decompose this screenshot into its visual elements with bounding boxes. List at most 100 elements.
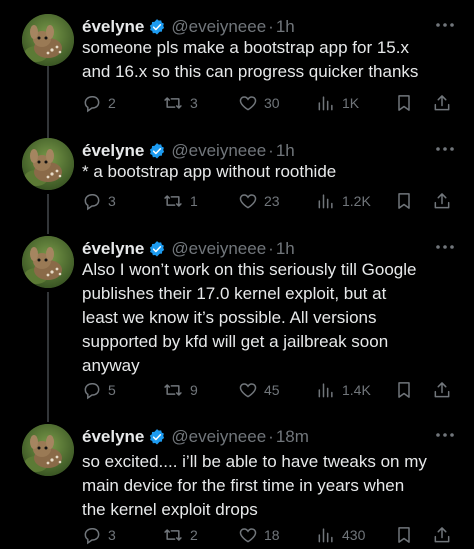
like-count: 30: [264, 95, 280, 111]
more-dots-icon[interactable]: [434, 142, 456, 156]
avatar[interactable]: [22, 14, 74, 66]
handle[interactable]: @eveiyneee: [171, 17, 266, 37]
like-button[interactable]: 18: [238, 524, 280, 546]
avatar[interactable]: [22, 138, 74, 190]
retweet-button[interactable]: 1: [162, 190, 198, 212]
reply-button[interactable]: 5: [82, 379, 116, 401]
bookmark-button[interactable]: [394, 190, 414, 212]
reply-button[interactable]: 3: [82, 524, 116, 546]
tweet-text-line: least we know it’s possible. All version…: [82, 308, 377, 327]
tweet-text-line: the kernel exploit drops: [82, 500, 258, 519]
verified-badge-icon: [150, 19, 165, 35]
reply-count: 5: [108, 382, 116, 398]
views-button[interactable]: 1K: [316, 92, 359, 114]
tweet-text-line: publishes their 17.0 kernel exploit, but…: [82, 284, 387, 303]
tweet-text-line: main device for the first time in years …: [82, 476, 405, 495]
avatar[interactable]: [22, 236, 74, 288]
reply-icon: [84, 96, 100, 113]
display-name[interactable]: évelyne: [82, 239, 144, 259]
retweet-button[interactable]: 2: [162, 524, 198, 546]
retweet-button[interactable]: 3: [162, 92, 198, 114]
bookmark-button[interactable]: [394, 524, 414, 546]
tweet-text-line: so excited.... i’ll be able to have twea…: [82, 452, 427, 471]
heart-icon: [239, 194, 257, 209]
tweet[interactable]: évelyne @eveiyneee · 1h Also I won’t wor…: [0, 236, 474, 412]
retweet-icon: [164, 195, 182, 207]
share-button[interactable]: [432, 92, 452, 114]
timestamp[interactable]: 18m: [276, 427, 309, 447]
handle[interactable]: @eveiyneee: [171, 427, 266, 447]
tweet[interactable]: évelyne @eveiyneee · 1h someone pls make…: [0, 14, 474, 124]
views-button[interactable]: 430: [316, 524, 365, 546]
retweet-button[interactable]: 9: [162, 379, 198, 401]
tweet-text-line: anyway: [82, 356, 140, 375]
like-button[interactable]: 23: [238, 190, 280, 212]
tweet-text-line: supported by kfd will get a jailbreak so…: [82, 332, 389, 351]
tweet-text-line: someone pls make a bootstrap app for 15.…: [82, 38, 409, 57]
retweet-count: 1: [190, 193, 198, 209]
tweet-text-line: * a bootstrap app without roothide: [82, 162, 337, 181]
timestamp[interactable]: 1h: [276, 239, 295, 259]
action-bar: 3 1 23 1.2K: [82, 190, 454, 212]
reply-button[interactable]: 2: [82, 92, 116, 114]
reply-icon: [84, 528, 100, 545]
like-button[interactable]: 45: [238, 379, 280, 401]
avatar[interactable]: [22, 424, 74, 476]
bookmark-icon: [398, 193, 410, 209]
display-name[interactable]: évelyne: [82, 17, 144, 37]
bookmark-button[interactable]: [394, 92, 414, 114]
tweet-text: * a bootstrap app without roothide: [82, 160, 462, 184]
share-icon: [434, 527, 450, 543]
views-count: 1.2K: [342, 193, 371, 209]
share-button[interactable]: [432, 190, 452, 212]
reply-count: 2: [108, 95, 116, 111]
timestamp[interactable]: 1h: [276, 141, 295, 161]
views-count: 430: [342, 527, 366, 543]
tweet-text-line: Also I won’t work on this seriously till…: [82, 260, 417, 279]
separator: ·: [268, 141, 274, 160]
retweet-count: 3: [190, 95, 198, 111]
tweet-text: someone pls make a bootstrap app for 15.…: [82, 36, 462, 84]
heart-icon: [239, 528, 257, 543]
share-button[interactable]: [432, 379, 452, 401]
views-button[interactable]: 1.2K: [316, 190, 371, 212]
views-icon: [318, 194, 333, 209]
views-button[interactable]: 1.4K: [316, 379, 371, 401]
share-icon: [434, 193, 450, 209]
tweet-text: so excited.... i’ll be able to have twea…: [82, 450, 462, 522]
heart-icon: [239, 383, 257, 398]
handle[interactable]: @eveiyneee: [171, 141, 266, 161]
views-icon: [318, 96, 333, 111]
more-dots-icon[interactable]: [434, 18, 456, 32]
tweet-text: Also I won’t work on this seriously till…: [82, 258, 462, 378]
like-count: 18: [264, 527, 280, 543]
verified-badge-icon: [150, 143, 165, 159]
share-button[interactable]: [432, 524, 452, 546]
tweet[interactable]: évelyne @eveiyneee · 18m so excited.... …: [0, 424, 474, 549]
like-button[interactable]: 30: [238, 92, 280, 114]
timestamp[interactable]: 1h: [276, 17, 295, 37]
heart-icon: [239, 96, 257, 111]
handle[interactable]: @eveiyneee: [171, 239, 266, 259]
tweet[interactable]: évelyne @eveiyneee · 1h * a bootstrap ap…: [0, 138, 474, 222]
views-count: 1.4K: [342, 382, 371, 398]
bookmark-icon: [398, 382, 410, 398]
bookmark-button[interactable]: [394, 379, 414, 401]
retweet-count: 2: [190, 527, 198, 543]
retweet-icon: [164, 97, 182, 109]
views-icon: [318, 528, 333, 543]
bookmark-icon: [398, 95, 410, 111]
retweet-icon: [164, 384, 182, 396]
share-icon: [434, 382, 450, 398]
reply-button[interactable]: 3: [82, 190, 116, 212]
display-name[interactable]: évelyne: [82, 427, 144, 447]
action-bar: 5 9 45 1.4K: [82, 379, 454, 401]
tweet-header: évelyne @eveiyneee · 18m: [82, 424, 309, 450]
more-dots-icon[interactable]: [434, 428, 456, 442]
retweet-icon: [164, 529, 182, 541]
verified-badge-icon: [150, 241, 165, 257]
more-dots-icon[interactable]: [434, 240, 456, 254]
verified-badge-icon: [150, 429, 165, 445]
bookmark-icon: [398, 527, 410, 543]
display-name[interactable]: évelyne: [82, 141, 144, 161]
